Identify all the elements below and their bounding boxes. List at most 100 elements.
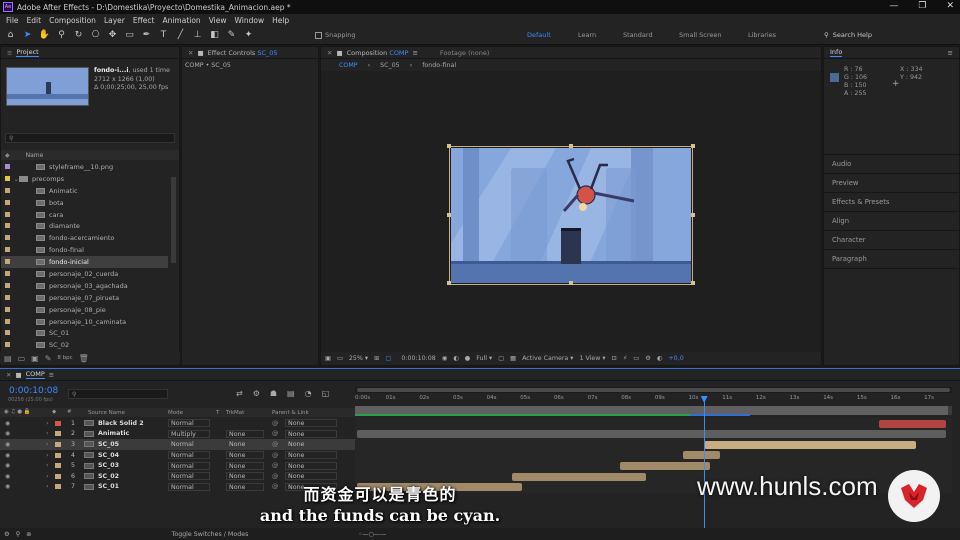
tab-menu-icon[interactable]: ≡ xyxy=(412,49,417,57)
transform-handle[interactable] xyxy=(447,281,451,285)
visibility-eye-icon[interactable]: ◉ xyxy=(5,452,10,459)
menu-composition[interactable]: Composition xyxy=(49,16,96,25)
composition-mini-flowchart-icon[interactable]: ⇄ xyxy=(236,389,243,398)
close-button[interactable]: ✕ xyxy=(946,1,954,11)
label-color-swatch[interactable] xyxy=(55,473,61,479)
minimize-button[interactable]: — xyxy=(889,1,898,11)
layer-row[interactable]: ◉ › 1 Black Solid 2 Normal @ None xyxy=(0,418,355,429)
workspace-libraries[interactable]: Libraries xyxy=(748,31,776,39)
trkmat-dropdown[interactable]: None xyxy=(226,461,264,470)
selection-tool-icon[interactable]: ➤ xyxy=(21,29,34,42)
pick-whip-icon[interactable]: @ xyxy=(272,462,278,469)
layer-row[interactable]: ◉ › 2 Animatic Multiply None @ None xyxy=(0,429,355,440)
column-t[interactable]: T xyxy=(216,410,219,416)
views-dropdown[interactable]: 1 View ▾ xyxy=(579,355,605,362)
workspace-small-screen[interactable]: Small Screen xyxy=(679,31,721,39)
blend-mode-dropdown[interactable]: Normal xyxy=(168,451,210,460)
clone-stamp-tool-icon[interactable]: ⊥ xyxy=(191,29,204,42)
rectangle-tool-icon[interactable]: ▭ xyxy=(123,29,136,42)
tab-info[interactable]: Info xyxy=(830,48,843,57)
layer-duration-bar[interactable] xyxy=(511,472,647,481)
column-mode[interactable]: Mode xyxy=(168,410,183,416)
expand-chevron-icon[interactable]: › xyxy=(46,452,49,459)
label-color-swatch[interactable] xyxy=(5,187,10,193)
delete-icon[interactable]: 🗑 xyxy=(79,354,89,363)
project-item[interactable]: diamante xyxy=(1,220,168,232)
new-folder-icon[interactable]: ▭ xyxy=(18,354,26,363)
panel-menu-icon[interactable]: ≡ xyxy=(948,49,953,57)
pick-whip-icon[interactable]: @ xyxy=(272,473,278,480)
label-color-swatch[interactable] xyxy=(5,306,10,312)
graph-editor-icon[interactable]: ◱ xyxy=(322,389,330,398)
layer-name[interactable]: Black Solid 2 xyxy=(98,420,144,427)
layer-name[interactable]: SC_02 xyxy=(98,473,119,480)
close-icon[interactable]: ✕ xyxy=(6,371,11,379)
time-ruler[interactable]: 0:00s 01s 02s 03s 04s 05s 06s 07s 08s 09s 10s 11s 12… xyxy=(355,393,952,406)
monitor-icon[interactable]: ▭ xyxy=(337,355,343,362)
transform-handle[interactable] xyxy=(569,144,573,148)
label-color-swatch[interactable] xyxy=(55,431,61,437)
bpc-label[interactable]: 8 bpc xyxy=(57,355,72,361)
layer-row[interactable]: ◉ › 6 SC_02 Normal None @ None xyxy=(0,471,355,482)
layer-row[interactable]: ◉ › 4 SC_04 Normal None @ None xyxy=(0,450,355,461)
project-item[interactable]: cara xyxy=(1,209,168,221)
pick-whip-icon[interactable]: @ xyxy=(272,441,278,448)
toggle-pixel-icon[interactable]: ⊡ xyxy=(612,355,617,362)
layer-bounding-box[interactable] xyxy=(449,146,693,285)
shy-layers-icon[interactable]: ☗ xyxy=(270,389,277,398)
camera-dropdown[interactable]: Active Camera ▾ xyxy=(522,355,573,362)
layer-row[interactable]: ◉ › 3 SC_05 Normal None @ None xyxy=(0,439,355,450)
layer-name[interactable]: SC_04 xyxy=(98,452,119,459)
parent-dropdown[interactable]: None xyxy=(285,419,337,428)
transparency-grid-icon[interactable]: ▦ xyxy=(510,355,516,362)
menu-file[interactable]: File xyxy=(6,16,19,25)
blend-mode-dropdown[interactable]: Normal xyxy=(168,461,210,470)
visibility-eye-icon[interactable]: ◉ xyxy=(5,462,10,469)
hand-tool-icon[interactable]: ✋ xyxy=(38,29,51,42)
expand-chevron-icon[interactable]: › xyxy=(46,420,49,427)
label-color-swatch[interactable] xyxy=(5,235,10,241)
panel-paragraph[interactable]: Paragraph xyxy=(824,250,959,269)
panel-character[interactable]: Character xyxy=(824,231,959,250)
project-scrollbar[interactable] xyxy=(171,177,176,263)
layer-duration-bar[interactable] xyxy=(683,451,721,460)
label-color-swatch[interactable] xyxy=(55,463,61,469)
project-item[interactable]: bota xyxy=(1,197,168,209)
home-icon[interactable]: ⌂ xyxy=(4,29,17,42)
visibility-eye-icon[interactable]: ◉ xyxy=(5,441,10,448)
panel-lock-icon[interactable]: ■ xyxy=(197,49,203,57)
label-color-swatch[interactable] xyxy=(5,342,10,348)
crumb-fondo-final[interactable]: fondo-final xyxy=(422,62,456,69)
exposure-value[interactable]: +0,0 xyxy=(668,355,683,362)
project-search-input[interactable]: ⚲ xyxy=(5,133,175,143)
visibility-eye-icon[interactable]: ◉ xyxy=(5,430,10,437)
motion-blur-icon[interactable]: ◔ xyxy=(305,389,312,398)
parent-dropdown[interactable]: None xyxy=(285,461,337,470)
trkmat-dropdown[interactable]: None xyxy=(226,472,264,481)
pan-behind-tool-icon[interactable]: ✥ xyxy=(106,29,119,42)
label-color-swatch[interactable] xyxy=(5,175,10,181)
layer-row[interactable]: ◉ › 5 SC_03 Normal None @ None xyxy=(0,460,355,471)
menu-edit[interactable]: Edit xyxy=(27,16,42,25)
tab-project[interactable]: Project xyxy=(16,48,39,57)
project-item[interactable]: fondo-final xyxy=(1,244,168,256)
pick-whip-icon[interactable]: @ xyxy=(272,430,278,437)
camera-tool-icon[interactable]: ⎔ xyxy=(89,29,102,42)
parent-dropdown[interactable]: None xyxy=(285,429,337,438)
transform-handle[interactable] xyxy=(691,144,695,148)
interpret-footage-icon[interactable]: ▤ xyxy=(4,354,12,363)
workspace-standard[interactable]: Standard xyxy=(623,31,653,39)
workspace-learn[interactable]: Learn xyxy=(578,31,596,39)
label-color-swatch[interactable] xyxy=(5,199,10,205)
draft-3d-icon[interactable]: ⚙ xyxy=(253,389,260,398)
maximize-button[interactable]: ❐ xyxy=(918,1,926,11)
transform-handle[interactable] xyxy=(447,213,451,217)
transform-handle[interactable] xyxy=(691,213,695,217)
project-item[interactable]: personaje_07_pirueta xyxy=(1,292,168,304)
project-item[interactable]: personaje_10_caminata xyxy=(1,316,168,328)
panel-lock-icon[interactable]: ■ xyxy=(336,49,342,57)
viewer-timecode[interactable]: 0:00:10:08 xyxy=(401,355,435,362)
snapping-checkbox[interactable] xyxy=(315,31,322,39)
trkmat-dropdown[interactable]: None xyxy=(226,440,264,449)
new-comp-icon[interactable]: ▣ xyxy=(31,354,39,363)
